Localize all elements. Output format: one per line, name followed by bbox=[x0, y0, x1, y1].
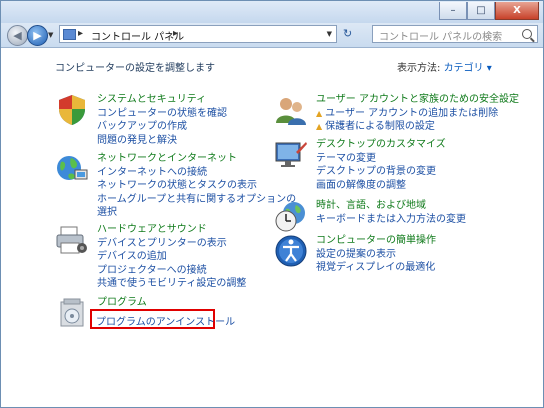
search-placeholder: コントロール パネルの検索 bbox=[379, 32, 503, 43]
category-title[interactable]: 時計、言語、および地域 bbox=[316, 199, 496, 213]
title-bar: – □ X bbox=[1, 1, 543, 23]
link-backup[interactable]: バックアップの作成 bbox=[97, 120, 277, 133]
breadcrumb-separator[interactable]: ▸ bbox=[173, 28, 178, 39]
link-optimize-display[interactable]: 視覚ディスプレイの最適化 bbox=[316, 261, 496, 274]
globe-network-icon bbox=[57, 156, 88, 180]
programs-icon bbox=[60, 298, 84, 327]
chevron-down-icon[interactable]: ▼ bbox=[327, 30, 332, 38]
search-input[interactable]: コントロール パネルの検索 bbox=[372, 25, 538, 43]
category-title[interactable]: プログラム bbox=[97, 296, 277, 310]
link-uninstall-program[interactable]: プログラムのアンインストール bbox=[96, 313, 235, 328]
link-change-theme[interactable]: テーマの変更 bbox=[316, 152, 496, 165]
link-change-background[interactable]: デスクトップの背景の変更 bbox=[316, 165, 496, 178]
category-title[interactable]: ネットワークとインターネット bbox=[97, 152, 277, 166]
link-connect-projector[interactable]: プロジェクターへの接続 bbox=[97, 264, 277, 277]
breadcrumb-separator[interactable]: ▸ bbox=[78, 28, 83, 39]
view-by: 表示方法: カテゴリ ▾ bbox=[397, 59, 492, 74]
users-icon bbox=[276, 98, 306, 125]
uninstall-program-highlight[interactable]: プログラムのアンインストール bbox=[90, 309, 235, 329]
clock-globe-icon bbox=[275, 202, 305, 232]
category-title[interactable]: デスクトップのカスタマイズ bbox=[316, 138, 496, 152]
link-homegroup-options[interactable]: ホームグループと共有に関するオプションの bbox=[97, 193, 296, 206]
back-arrow-icon[interactable]: ◀ bbox=[7, 25, 28, 46]
link-homegroup-options-cont[interactable]: 選択 bbox=[97, 206, 277, 219]
window-buttons: – □ X bbox=[439, 2, 539, 20]
link-suggested-settings[interactable]: 設定の提案の表示 bbox=[316, 248, 496, 261]
link-troubleshoot[interactable]: 問題の発見と解決 bbox=[97, 134, 277, 147]
category-title[interactable]: システムとセキュリティ bbox=[97, 93, 277, 107]
category-title[interactable]: ユーザー アカウントと家族のための安全設定 bbox=[316, 93, 543, 107]
view-by-label: 表示方法: bbox=[397, 63, 441, 74]
navigation-bar: ◀ ▶ ▼ ▸ コントロール パネル ▸ ▼ ↻ コントロール パネルの検索 bbox=[1, 23, 543, 48]
link-add-remove-accounts[interactable]: ユーザー アカウントの追加または削除 bbox=[316, 107, 543, 120]
recent-pages-dropdown-icon[interactable]: ▼ bbox=[48, 31, 53, 39]
control-panel-icon bbox=[63, 29, 76, 40]
view-by-dropdown[interactable]: カテゴリ ▾ bbox=[444, 63, 492, 74]
link-screen-resolution[interactable]: 画面の解像度の調整 bbox=[316, 179, 496, 192]
close-button[interactable]: X bbox=[495, 2, 539, 20]
category-title[interactable]: コンピューターの簡単操作 bbox=[316, 234, 496, 248]
address-bar[interactable]: ▸ コントロール パネル ▸ ▼ bbox=[59, 25, 337, 43]
link-network-status[interactable]: ネットワークの状態とタスクの表示 bbox=[97, 179, 277, 192]
ease-of-access-icon bbox=[275, 235, 307, 267]
link-check-status[interactable]: コンピューターの状態を確認 bbox=[97, 107, 277, 120]
category-title[interactable]: ハードウェアとサウンド bbox=[97, 223, 277, 237]
link-devices-printers[interactable]: デバイスとプリンターの表示 bbox=[97, 237, 277, 250]
link-mobility-settings[interactable]: 共通で使うモビリティ設定の調整 bbox=[97, 277, 277, 290]
breadcrumb-control-panel[interactable]: コントロール パネル bbox=[91, 28, 184, 43]
refresh-icon[interactable]: ↻ bbox=[343, 27, 352, 40]
printer-icon bbox=[56, 226, 87, 254]
desktop-personalize-icon bbox=[275, 142, 307, 167]
link-parental-controls[interactable]: 保護者による制限の設定 bbox=[316, 120, 543, 133]
forward-arrow-icon[interactable]: ▶ bbox=[27, 25, 48, 46]
search-icon[interactable] bbox=[522, 29, 532, 39]
link-connect-internet[interactable]: インターネットへの接続 bbox=[97, 166, 277, 179]
main-content: コンピューターの設定を調整します 表示方法: カテゴリ ▾ システムとセキュリテ… bbox=[1, 48, 543, 407]
maximize-button[interactable]: □ bbox=[467, 2, 495, 20]
minimize-button[interactable]: – bbox=[439, 2, 467, 20]
link-keyboard-input[interactable]: キーボードまたは入力方法の変更 bbox=[316, 213, 496, 226]
control-panel-window: – □ X ◀ ▶ ▼ ▸ コントロール パネル ▸ ▼ ↻ コントロール パネ… bbox=[0, 0, 544, 408]
shield-icon bbox=[59, 95, 85, 125]
page-heading: コンピューターの設定を調整します bbox=[55, 63, 215, 74]
link-add-device[interactable]: デバイスの追加 bbox=[97, 250, 277, 263]
